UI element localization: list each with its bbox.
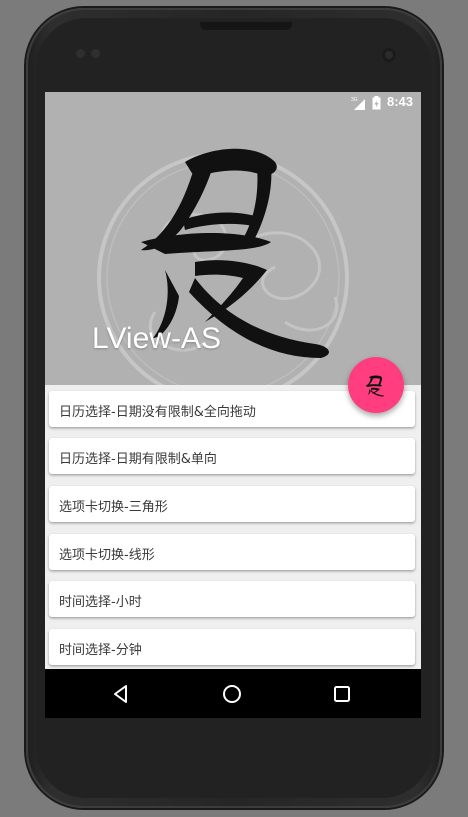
- collapsing-header: 3G 8:43 LView-AS: [45, 92, 421, 385]
- front-camera: [382, 48, 396, 62]
- app-title: LView-AS: [92, 322, 221, 355]
- top-slot: [200, 22, 292, 30]
- list-item-label: 时间选择-分钟: [59, 643, 142, 658]
- list-item-label: 日历选择-日期没有限制&全向拖动: [59, 405, 256, 420]
- list-item[interactable]: 选项卡切换-线形: [49, 534, 415, 570]
- sensor-dot: [76, 49, 85, 58]
- sensor-dots: [76, 49, 106, 59]
- list-item-label: 选项卡切换-线形: [59, 548, 155, 563]
- signal-icon: 3G: [351, 97, 365, 110]
- app-screen: 3G 8:43 LView-AS 日历选择-日期没有限制&全向拖动 日历选择-日…: [45, 92, 421, 718]
- list-item[interactable]: 时间选择-小时: [49, 581, 415, 617]
- battery-icon: [372, 96, 381, 110]
- list-item-label: 时间选择-小时: [59, 595, 142, 610]
- list-item-label: 日历选择-日期有限制&单向: [59, 452, 217, 467]
- list-item[interactable]: 日历选择-日期有限制&单向: [49, 438, 415, 474]
- home-circle-icon[interactable]: [219, 681, 245, 707]
- network-label: 3G: [351, 97, 358, 103]
- system-nav-bar: [45, 669, 421, 718]
- floating-action-button[interactable]: [348, 357, 404, 413]
- list-item[interactable]: 时间选择-分钟: [49, 629, 415, 665]
- status-time: 8:43: [386, 94, 413, 109]
- recents-square-icon[interactable]: [329, 681, 355, 707]
- list-item-label: 选项卡切换-三角形: [59, 500, 168, 515]
- status-bar: 3G 8:43: [45, 92, 421, 114]
- back-triangle-icon[interactable]: [109, 681, 135, 707]
- sensor-dot: [91, 49, 100, 58]
- list-item[interactable]: 选项卡切换-三角形: [49, 486, 415, 522]
- calligraphy-logo-icon: [366, 375, 384, 397]
